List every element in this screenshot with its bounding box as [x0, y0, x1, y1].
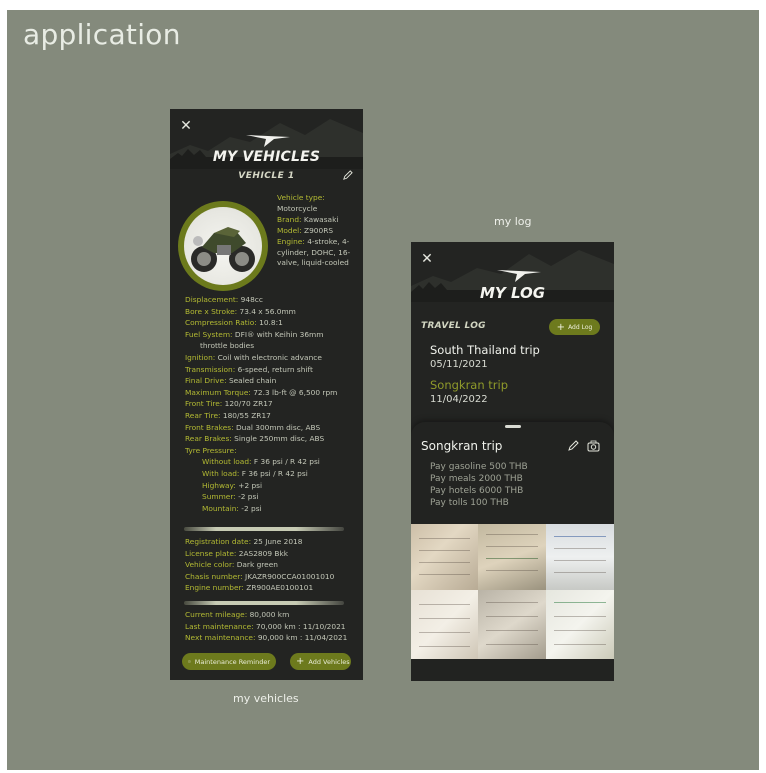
- motorcycle-image: [184, 207, 262, 285]
- mileage-info: Current mileage: 80,000 km Last maintena…: [185, 609, 361, 644]
- receipt-photo[interactable]: [546, 524, 614, 590]
- expense-item: Pay hotels 6000 THB: [430, 486, 524, 496]
- reg-row: Engine number: ZR900AE0100101: [185, 583, 314, 593]
- receipt-photo[interactable]: [411, 590, 478, 659]
- spec-row: Brand: Kawasaki: [277, 214, 339, 224]
- spec-row: Maximum Torque: 72.3 lb-ft @ 6,500 rpm: [185, 387, 338, 397]
- trip-name: South Thailand trip: [430, 343, 540, 357]
- section-title: TRAVEL LOG: [421, 321, 486, 331]
- divider: [184, 527, 344, 531]
- vehicle-basic-specs: Vehicle type: Motorcycle Brand: Kawasaki …: [277, 193, 361, 269]
- add-log-button[interactable]: + Add Log: [549, 319, 600, 335]
- registration-info: Registration date: 25 June 2018 License …: [185, 536, 361, 594]
- maintenance-reminder-label: Maintenance Reminder: [194, 657, 270, 666]
- spec-row: Final Drive: Sealed chain: [185, 376, 277, 386]
- reg-row: License plate: 2AS2809 Bkk: [185, 548, 289, 558]
- screen-title: MY LOG: [479, 284, 546, 302]
- tyre-row: With load: F 36 psi / R 42 psi: [202, 468, 308, 478]
- spec-row: Vehicle type: Motorcycle: [277, 193, 325, 213]
- pencil-icon[interactable]: [342, 170, 353, 181]
- trip-item[interactable]: Songkran trip 11/04/2022: [430, 378, 508, 405]
- vehicles-caption: my vehicles: [233, 692, 299, 705]
- tyre-row: Without load: F 36 psi / R 42 psi: [202, 457, 320, 467]
- page-title: application: [23, 18, 181, 51]
- expense-item: Pay gasoline 500 THB: [430, 462, 528, 472]
- reg-row: Registration date: 25 June 2018: [185, 537, 303, 546]
- spec-row: throttle bodies: [200, 341, 255, 351]
- mileage-row: Last maintenance: 70,000 km : 11/10/2021: [185, 621, 346, 631]
- trip-date: 05/11/2021: [430, 359, 488, 370]
- logo-icon: [246, 135, 290, 147]
- camera-icon[interactable]: [587, 440, 600, 452]
- log-caption: my log: [494, 215, 532, 228]
- mileage-row: Current mileage: 80,000 km: [185, 610, 290, 619]
- receipt-photo[interactable]: [478, 524, 546, 590]
- spec-row: Front Tire: 120/70 ZR17: [185, 399, 273, 409]
- spec-row: Ignition: Coil with electronic advance: [185, 352, 322, 362]
- receipt-photo[interactable]: [478, 590, 546, 659]
- vehicle-photo: [178, 201, 268, 291]
- maintenance-reminder-button[interactable]: Maintenance Reminder: [182, 653, 276, 670]
- logo-icon: [497, 270, 541, 282]
- canvas: application ✕ MY VEHICLES VEHICLE 1 Vehi…: [7, 10, 759, 770]
- tyre-row: Mountain: -2 psi: [202, 503, 262, 513]
- divider: [184, 601, 344, 605]
- plus-icon: +: [556, 321, 566, 333]
- spec-row: Displacement: 948cc: [185, 295, 263, 304]
- trip-item[interactable]: South Thailand trip 05/11/2021: [430, 343, 540, 370]
- trip-date: 11/04/2022: [430, 394, 488, 405]
- trip-name: Songkran trip: [430, 378, 509, 392]
- spec-row: Engine: 4-stroke, 4-cylinder, DOHC, 16-v…: [277, 236, 351, 268]
- spec-row: Bore x Stroke: 73.4 x 56.0mm: [185, 306, 296, 316]
- vehicle-spec-list: Displacement: 948cc Bore x Stroke: 73.4 …: [185, 294, 361, 514]
- plus-icon: +: [296, 656, 305, 667]
- close-icon[interactable]: ✕: [179, 119, 193, 133]
- log-screen: ✕ MY LOG TRAVEL LOG + Add Log South Thai…: [411, 242, 614, 681]
- trip-detail-actions: [567, 440, 600, 452]
- tyre-row: Summer: -2 psi: [202, 492, 259, 502]
- vehicle-name: VEHICLE 1: [238, 171, 295, 181]
- tyre-row: Highway: +2 psi: [202, 480, 263, 490]
- spec-row: Tyre Pressure:: [185, 445, 237, 455]
- spec-row: Front Brakes: Dual 300mm disc, ABS: [185, 422, 321, 432]
- mileage-row: Next maintenance: 90,000 km : 11/04/2021: [185, 633, 348, 643]
- add-log-label: Add Log: [568, 323, 593, 331]
- spec-row: Rear Brakes: Single 250mm disc, ABS: [185, 434, 325, 444]
- expense-list: Pay gasoline 500 THB Pay meals 2000 THB …: [430, 461, 528, 509]
- spec-row: Model: Z900RS: [277, 225, 334, 235]
- spec-row: Rear Tire: 180/55 ZR17: [185, 410, 271, 420]
- expense-item: Pay tolls 100 THB: [430, 498, 509, 508]
- drag-handle[interactable]: [505, 425, 521, 428]
- screen-title: MY VEHICLES: [212, 149, 321, 165]
- add-vehicle-label: Add Vehicles: [308, 657, 350, 666]
- spec-row: Transmission: 6-speed, return shift: [185, 364, 313, 374]
- trip-detail-sheet: Songkran trip Pay gasoline 500 THB Pay m…: [411, 422, 614, 681]
- expense-item: Pay meals 2000 THB: [430, 474, 523, 484]
- trip-detail-title: Songkran trip: [421, 439, 503, 453]
- receipt-photo[interactable]: [411, 524, 478, 590]
- add-vehicle-button[interactable]: + Add Vehicles: [290, 653, 351, 670]
- clock-icon: [188, 660, 191, 663]
- close-icon[interactable]: ✕: [420, 252, 434, 266]
- reg-row: Vehicle color: Dark green: [185, 560, 278, 570]
- receipt-photo-grid: [411, 524, 614, 659]
- reg-row: Chasis number: JKAZR900CCA01001010: [185, 571, 335, 581]
- receipt-photo[interactable]: [546, 590, 614, 659]
- spec-row: Fuel System: DFI® with Keihin 36mm: [185, 329, 324, 339]
- vehicles-screen: ✕ MY VEHICLES VEHICLE 1 Vehicle type: Mo…: [170, 109, 363, 680]
- spec-row: Compression Ratio: 10.8:1: [185, 318, 283, 328]
- pencil-icon[interactable]: [567, 440, 579, 452]
